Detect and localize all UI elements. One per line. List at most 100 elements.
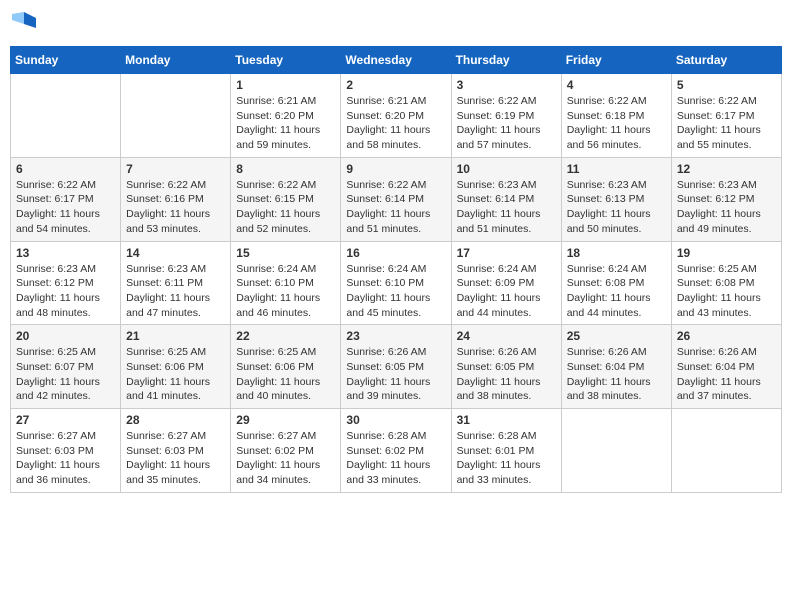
day-detail: Sunrise: 6:25 AM Sunset: 6:07 PM Dayligh… xyxy=(16,345,115,404)
logo-icon xyxy=(10,10,38,38)
calendar-cell: 27Sunrise: 6:27 AM Sunset: 6:03 PM Dayli… xyxy=(11,409,121,493)
day-detail: Sunrise: 6:24 AM Sunset: 6:08 PM Dayligh… xyxy=(567,262,666,321)
calendar-header-thursday: Thursday xyxy=(451,47,561,74)
day-detail: Sunrise: 6:28 AM Sunset: 6:01 PM Dayligh… xyxy=(457,429,556,488)
calendar-cell xyxy=(671,409,781,493)
day-number: 17 xyxy=(457,246,556,260)
day-detail: Sunrise: 6:21 AM Sunset: 6:20 PM Dayligh… xyxy=(236,94,335,153)
day-detail: Sunrise: 6:25 AM Sunset: 6:06 PM Dayligh… xyxy=(236,345,335,404)
day-number: 9 xyxy=(346,162,445,176)
day-number: 11 xyxy=(567,162,666,176)
day-number: 24 xyxy=(457,329,556,343)
calendar-cell: 30 Sunrise: 6:28 AM Sunset: 6:02 PM Dayli… xyxy=(341,409,451,493)
day-detail: Sunrise: 6:26 AM Sunset: 6:05 PM Dayligh… xyxy=(457,345,556,404)
day-detail: Sunrise: 6:26 AM Sunset: 6:04 PM Dayligh… xyxy=(677,345,776,404)
calendar-cell: 18 Sunrise: 6:24 AM Sunset: 6:08 PM Dayli… xyxy=(561,241,671,325)
day-number: 18 xyxy=(567,246,666,260)
calendar-cell: 5 Sunrise: 6:22 AM Sunset: 6:17 PM Daylig… xyxy=(671,74,781,158)
day-number: 23 xyxy=(346,329,445,343)
day-number: 27 xyxy=(16,413,115,427)
calendar-cell: 9 Sunrise: 6:22 AM Sunset: 6:14 PM Daylig… xyxy=(341,157,451,241)
calendar-cell xyxy=(11,74,121,158)
day-number: 28 xyxy=(126,413,225,427)
day-number: 2 xyxy=(346,78,445,92)
day-number: 25 xyxy=(567,329,666,343)
calendar-cell: 3 Sunrise: 6:22 AM Sunset: 6:19 PM Daylig… xyxy=(451,74,561,158)
day-number: 1 xyxy=(236,78,335,92)
day-detail: Sunrise: 6:21 AM Sunset: 6:20 PM Dayligh… xyxy=(346,94,445,153)
calendar-header-friday: Friday xyxy=(561,47,671,74)
calendar-cell: 25 Sunrise: 6:26 AM Sunset: 6:04 PM Dayli… xyxy=(561,325,671,409)
calendar-cell xyxy=(561,409,671,493)
day-detail: Sunrise: 6:24 AM Sunset: 6:09 PM Dayligh… xyxy=(457,262,556,321)
calendar-header-saturday: Saturday xyxy=(671,47,781,74)
day-detail: Sunrise: 6:22 AM Sunset: 6:17 PM Dayligh… xyxy=(16,178,115,237)
calendar-cell: 2 Sunrise: 6:21 AM Sunset: 6:20 PM Daylig… xyxy=(341,74,451,158)
calendar-cell: 7Sunrise: 6:22 AM Sunset: 6:16 PM Daylig… xyxy=(121,157,231,241)
day-number: 16 xyxy=(346,246,445,260)
calendar-cell xyxy=(121,74,231,158)
day-number: 29 xyxy=(236,413,335,427)
day-detail: Sunrise: 6:22 AM Sunset: 6:19 PM Dayligh… xyxy=(457,94,556,153)
calendar-cell: 19 Sunrise: 6:25 AM Sunset: 6:08 PM Dayli… xyxy=(671,241,781,325)
day-number: 6 xyxy=(16,162,115,176)
day-number: 22 xyxy=(236,329,335,343)
calendar-cell: 26Sunrise: 6:26 AM Sunset: 6:04 PM Dayli… xyxy=(671,325,781,409)
day-number: 21 xyxy=(126,329,225,343)
calendar-cell: 16Sunrise: 6:24 AM Sunset: 6:10 PM Dayli… xyxy=(341,241,451,325)
calendar-cell: 1 Sunrise: 6:21 AM Sunset: 6:20 PM Daylig… xyxy=(231,74,341,158)
day-number: 4 xyxy=(567,78,666,92)
day-number: 3 xyxy=(457,78,556,92)
day-number: 30 xyxy=(346,413,445,427)
day-number: 7 xyxy=(126,162,225,176)
calendar-week-3: 13 Sunrise: 6:23 AM Sunset: 6:12 PM Dayli… xyxy=(11,241,782,325)
calendar-cell: 15 Sunrise: 6:24 AM Sunset: 6:10 PM Dayli… xyxy=(231,241,341,325)
day-number: 8 xyxy=(236,162,335,176)
calendar-cell: 14 Sunrise: 6:23 AM Sunset: 6:11 PM Dayli… xyxy=(121,241,231,325)
calendar-cell: 12Sunrise: 6:23 AM Sunset: 6:12 PM Dayli… xyxy=(671,157,781,241)
day-detail: Sunrise: 6:23 AM Sunset: 6:13 PM Dayligh… xyxy=(567,178,666,237)
day-detail: Sunrise: 6:27 AM Sunset: 6:03 PM Dayligh… xyxy=(126,429,225,488)
calendar-cell: 24 Sunrise: 6:26 AM Sunset: 6:05 PM Dayli… xyxy=(451,325,561,409)
day-number: 12 xyxy=(677,162,776,176)
day-detail: Sunrise: 6:25 AM Sunset: 6:08 PM Dayligh… xyxy=(677,262,776,321)
calendar-week-4: 20 Sunrise: 6:25 AM Sunset: 6:07 PM Dayli… xyxy=(11,325,782,409)
day-detail: Sunrise: 6:28 AM Sunset: 6:02 PM Dayligh… xyxy=(346,429,445,488)
day-number: 15 xyxy=(236,246,335,260)
calendar-cell: 29 Sunrise: 6:27 AM Sunset: 6:02 PM Dayli… xyxy=(231,409,341,493)
calendar-cell: 4Sunrise: 6:22 AM Sunset: 6:18 PM Daylig… xyxy=(561,74,671,158)
day-detail: Sunrise: 6:24 AM Sunset: 6:10 PM Dayligh… xyxy=(236,262,335,321)
calendar-week-5: 27 Sunrise: 6:27 AM Sunset: 6:03 PM Dayli… xyxy=(11,409,782,493)
calendar-cell: 11 Sunrise: 6:23 AM Sunset: 6:13 PM Dayli… xyxy=(561,157,671,241)
day-detail: Sunrise: 6:26 AM Sunset: 6:05 PM Dayligh… xyxy=(346,345,445,404)
day-detail: Sunrise: 6:22 AM Sunset: 6:15 PM Dayligh… xyxy=(236,178,335,237)
calendar-week-1: 1 Sunrise: 6:21 AM Sunset: 6:20 PM Daylig… xyxy=(11,74,782,158)
calendar-cell: 22 Sunrise: 6:25 AM Sunset: 6:06 PM Dayli… xyxy=(231,325,341,409)
day-detail: Sunrise: 6:27 AM Sunset: 6:02 PM Dayligh… xyxy=(236,429,335,488)
calendar-cell: 13 Sunrise: 6:23 AM Sunset: 6:12 PM Dayli… xyxy=(11,241,121,325)
calendar-body: 1 Sunrise: 6:21 AM Sunset: 6:20 PM Daylig… xyxy=(11,74,782,493)
day-number: 31 xyxy=(457,413,556,427)
day-detail: Sunrise: 6:26 AM Sunset: 6:04 PM Dayligh… xyxy=(567,345,666,404)
calendar-table: SundayMondayTuesdayWednesdayThursdayFrid… xyxy=(10,46,782,493)
logo xyxy=(10,10,42,38)
day-number: 5 xyxy=(677,78,776,92)
day-detail: Sunrise: 6:23 AM Sunset: 6:11 PM Dayligh… xyxy=(126,262,225,321)
calendar-header-tuesday: Tuesday xyxy=(231,47,341,74)
day-detail: Sunrise: 6:22 AM Sunset: 6:17 PM Dayligh… xyxy=(677,94,776,153)
day-number: 19 xyxy=(677,246,776,260)
calendar-cell: 17 Sunrise: 6:24 AM Sunset: 6:09 PM Dayli… xyxy=(451,241,561,325)
day-detail: Sunrise: 6:23 AM Sunset: 6:12 PM Dayligh… xyxy=(16,262,115,321)
day-detail: Sunrise: 6:23 AM Sunset: 6:14 PM Dayligh… xyxy=(457,178,556,237)
calendar-cell: 21Sunrise: 6:25 AM Sunset: 6:06 PM Dayli… xyxy=(121,325,231,409)
day-number: 14 xyxy=(126,246,225,260)
calendar-cell: 31 Sunrise: 6:28 AM Sunset: 6:01 PM Dayli… xyxy=(451,409,561,493)
day-number: 20 xyxy=(16,329,115,343)
calendar-cell: 20 Sunrise: 6:25 AM Sunset: 6:07 PM Dayli… xyxy=(11,325,121,409)
calendar-cell: 8 Sunrise: 6:22 AM Sunset: 6:15 PM Daylig… xyxy=(231,157,341,241)
day-number: 13 xyxy=(16,246,115,260)
calendar-header-monday: Monday xyxy=(121,47,231,74)
day-detail: Sunrise: 6:22 AM Sunset: 6:14 PM Dayligh… xyxy=(346,178,445,237)
calendar-header-sunday: Sunday xyxy=(11,47,121,74)
calendar-cell: 28 Sunrise: 6:27 AM Sunset: 6:03 PM Dayli… xyxy=(121,409,231,493)
